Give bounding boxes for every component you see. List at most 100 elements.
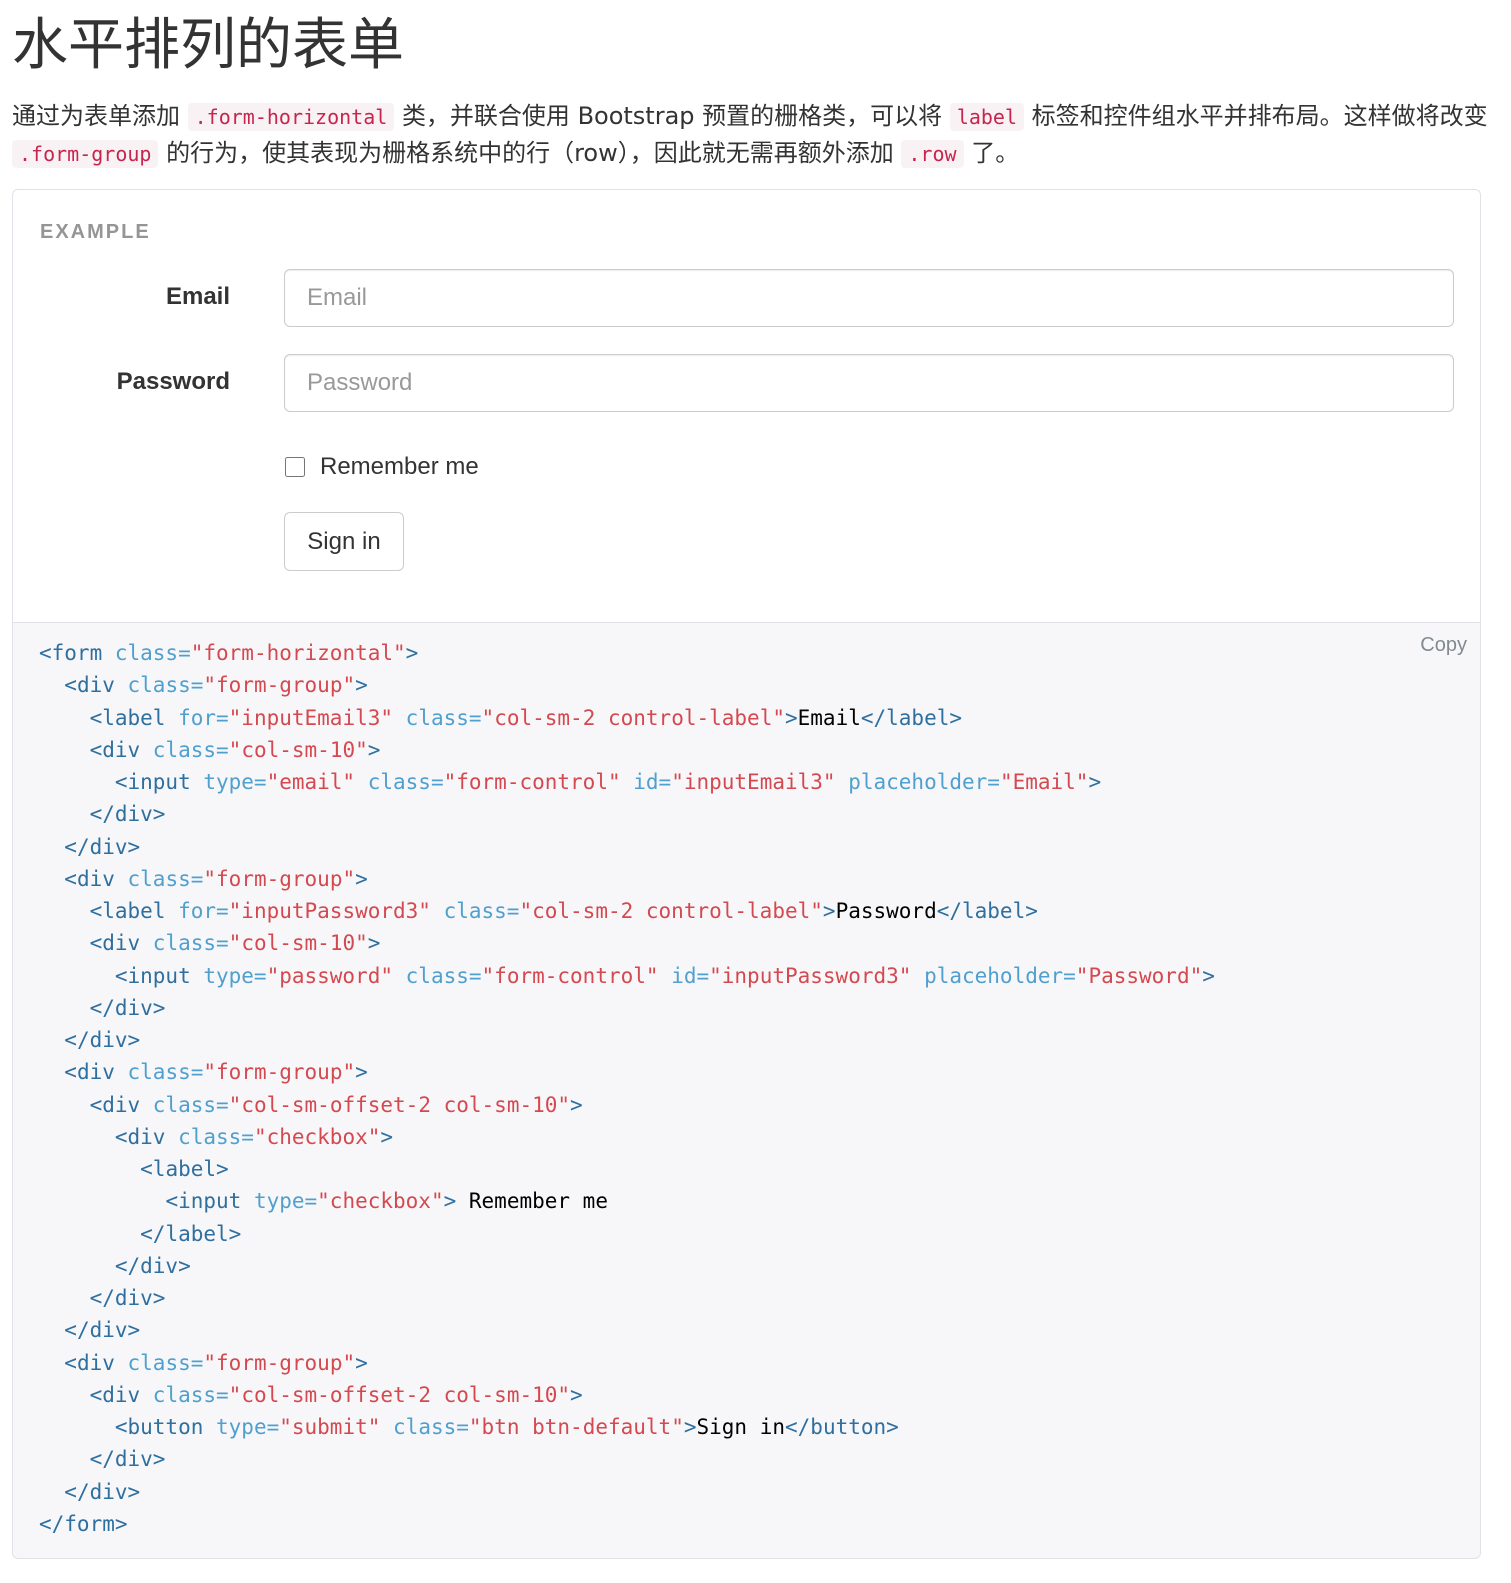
remember-me-row[interactable]: Remember me	[284, 453, 479, 481]
code-token: <div	[89, 1382, 141, 1407]
code-token: </div>	[89, 995, 166, 1020]
code-line: </div>	[39, 831, 1215, 863]
code-token: class=	[140, 1092, 229, 1117]
code-token: <div	[89, 931, 141, 956]
code-token: <div	[64, 866, 115, 891]
code-token: "form-group"	[203, 866, 356, 891]
code-line: </label>	[39, 1218, 1215, 1250]
password-input[interactable]	[284, 354, 1454, 412]
email-input[interactable]	[284, 269, 1454, 327]
code-token: <div	[64, 1350, 115, 1375]
code-token: >	[570, 1092, 583, 1117]
code-token: >	[784, 705, 798, 730]
code-token: <input	[114, 963, 191, 988]
code-token: class=	[114, 1060, 204, 1085]
password-label: Password	[116, 368, 230, 395]
code-line: </div>	[39, 1282, 1215, 1314]
code-token: "inputPassword3"	[709, 963, 912, 988]
code-token: "col-sm-offset-2 col-sm-10"	[228, 1092, 571, 1117]
example-panel: EXAMPLE Email Password Remember me Sign …	[12, 189, 1481, 622]
code-token: >	[367, 931, 381, 956]
code-token: class=	[114, 1350, 204, 1375]
code-token: type=	[241, 1189, 318, 1214]
code-token: class=	[140, 1382, 229, 1407]
code-token: <button	[114, 1415, 204, 1439]
code-line: </div>	[39, 1476, 1215, 1508]
code-line: </div>	[39, 798, 1215, 830]
code-token: class=	[140, 737, 229, 762]
code-token: class=	[380, 1415, 469, 1439]
copy-button[interactable]: Copy	[1420, 634, 1467, 657]
code-token: >	[822, 899, 836, 923]
inline-code: .form-group	[12, 140, 159, 168]
code-token: </div>	[64, 834, 141, 859]
code-token: </label>	[936, 899, 1038, 923]
code-token: class=	[114, 673, 204, 698]
code-line: <label for="inputPassword3" class="col-s…	[39, 895, 1215, 927]
code-line: </div>	[39, 992, 1215, 1024]
code-token: </label>	[860, 705, 963, 730]
remember-me-checkbox[interactable]	[285, 457, 305, 477]
code-line: </div>	[39, 1443, 1215, 1475]
inline-code: .form-horizontal	[187, 103, 395, 131]
code-token: "inputEmail3"	[228, 705, 394, 730]
inline-code: label	[949, 103, 1025, 131]
code-token: "Password"	[1075, 963, 1203, 988]
intro-text: 的行为，使其表现为栅格系统中的行（row），因此就无需再额外添加	[166, 139, 894, 167]
code-line: </form>	[39, 1508, 1215, 1540]
code-token: class=	[393, 963, 482, 988]
code-line: <div class="col-sm-10">	[39, 734, 1215, 766]
code-token: <form	[39, 641, 103, 665]
code-token: class=	[114, 866, 204, 891]
code-token: "form-control"	[443, 770, 621, 794]
code-line: </div>	[39, 1250, 1215, 1282]
code-line: <div class="form-group">	[39, 669, 1215, 701]
code-token: >	[1202, 963, 1215, 988]
code-token: for=	[165, 705, 229, 730]
code-token: "inputEmail3"	[671, 770, 836, 794]
code-token: type=	[190, 963, 267, 988]
intro-text: 标签和控件组水平并排布局。这样做将改变	[1031, 102, 1488, 130]
code-token: <input	[114, 770, 191, 794]
code-token: "btn btn-default"	[468, 1415, 684, 1439]
sign-in-button[interactable]: Sign in	[284, 512, 404, 571]
example-label: EXAMPLE	[40, 221, 151, 243]
code-token: >	[405, 641, 419, 665]
code-line: <div class="form-group">	[39, 1056, 1215, 1088]
intro-text: 类，并联合使用 Bootstrap 预置的栅格类，可以将	[401, 102, 943, 130]
code-token: <input	[165, 1189, 242, 1214]
code-line: <div class="col-sm-offset-2 col-sm-10">	[39, 1379, 1215, 1411]
code-line: <input type="checkbox"> Remember me	[39, 1185, 1215, 1217]
code-token: </div>	[89, 1286, 166, 1310]
code-token: class=	[355, 770, 444, 794]
code-token: placeholder=	[911, 963, 1076, 988]
code-token: <label>	[140, 1157, 229, 1181]
code-token: "checkbox"	[253, 1124, 381, 1149]
code-token: class=	[165, 1124, 254, 1149]
code-token: "form-control"	[481, 963, 659, 988]
code-line: <div class="checkbox">	[39, 1121, 1215, 1153]
code-token: id=	[620, 770, 672, 794]
code-token: type=	[190, 770, 267, 794]
remember-me-label[interactable]: Remember me	[320, 453, 479, 481]
code-line: <button type="submit" class="btn btn-def…	[39, 1411, 1215, 1443]
code-token: <div	[64, 1060, 115, 1085]
code-token: >	[355, 1350, 368, 1375]
code-line: <div class="col-sm-10">	[39, 927, 1215, 959]
code-line: </div>	[39, 1314, 1215, 1346]
code-token: "Email"	[999, 770, 1089, 794]
code-token: "submit"	[279, 1415, 381, 1439]
page-title: 水平排列的表单	[12, 13, 404, 78]
code-token: >	[443, 1189, 457, 1214]
code-token: for=	[165, 899, 229, 923]
code-token: Sign in	[696, 1415, 786, 1439]
code-token: >	[355, 673, 368, 698]
intro-paragraph: 通过为表单添加 .form-horizontal 类，并联合使用 Bootstr…	[12, 98, 1499, 172]
code-token: </div>	[64, 1028, 141, 1052]
code-token: </label>	[140, 1221, 242, 1246]
code-line: <label for="inputEmail3" class="col-sm-2…	[39, 702, 1215, 734]
code-token: <div	[64, 673, 115, 698]
code-token: "col-sm-2 control-label"	[481, 705, 785, 730]
code-block: Copy <form class="form-horizontal"> <div…	[12, 622, 1481, 1559]
code-token: "form-group"	[203, 1350, 356, 1375]
